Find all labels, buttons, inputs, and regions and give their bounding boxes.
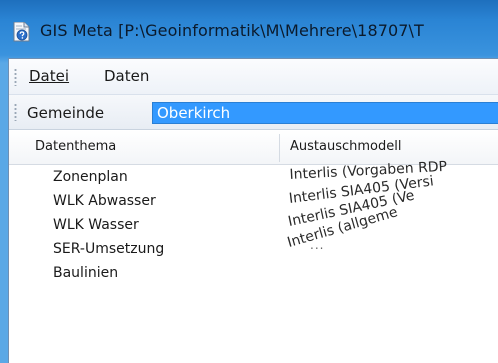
window-title: GIS Meta [P:\Geoinformatik\M\Mehrere\187… xyxy=(40,21,424,40)
menu-grip-handle[interactable] xyxy=(14,68,17,86)
application-window: GIS Meta [P:\Geoinformatik\M\Mehrere\187… xyxy=(0,0,498,363)
table-row[interactable]: SER-Umsetzung Interlis (allgeme xyxy=(9,204,498,261)
menu-datei-label: Datei xyxy=(29,67,70,85)
gemeinde-value: Oberkirch xyxy=(157,104,231,122)
toolbar-grip-handle[interactable] xyxy=(14,103,17,121)
gemeinde-label: Gemeinde xyxy=(27,104,105,122)
table-row[interactable]: WLK Abwasser Interlis SIA405 (Versi xyxy=(9,173,498,213)
cell-datenthema: Baulinien xyxy=(53,265,119,281)
column-header-austauschmodell[interactable]: Austauschmodell xyxy=(290,139,401,154)
client-area: Datei Daten Gemeinde Oberkirch Datenthem… xyxy=(8,58,498,363)
column-separator[interactable] xyxy=(279,134,280,162)
table-row[interactable]: Baulinien xyxy=(9,261,498,285)
cell-datenthema: SER-Umsetzung xyxy=(53,241,165,257)
cell-datenthema: WLK Wasser xyxy=(53,217,139,233)
filter-toolbar: Gemeinde Oberkirch xyxy=(9,95,498,130)
column-header-datenthema[interactable]: Datenthema xyxy=(35,139,116,154)
truncation-ellipsis: ... xyxy=(310,238,325,252)
menu-daten[interactable]: Daten xyxy=(104,67,149,85)
data-grid[interactable]: Datenthema Austauschmodell Zonenplan Int… xyxy=(9,130,498,363)
title-bar[interactable]: GIS Meta [P:\Geoinformatik\M\Mehrere\187… xyxy=(0,0,498,58)
app-document-icon xyxy=(13,21,31,42)
menu-datei[interactable]: Datei xyxy=(29,67,69,85)
gemeinde-combobox[interactable]: Oberkirch xyxy=(152,102,498,124)
table-row[interactable]: WLK Wasser Interlis SIA405 (Ve xyxy=(9,188,498,237)
cell-datenthema: WLK Abwasser xyxy=(53,193,156,209)
cell-datenthema: Zonenplan xyxy=(53,169,128,185)
menu-daten-label: Daten xyxy=(104,67,150,85)
menu-bar: Datei Daten xyxy=(9,59,498,95)
